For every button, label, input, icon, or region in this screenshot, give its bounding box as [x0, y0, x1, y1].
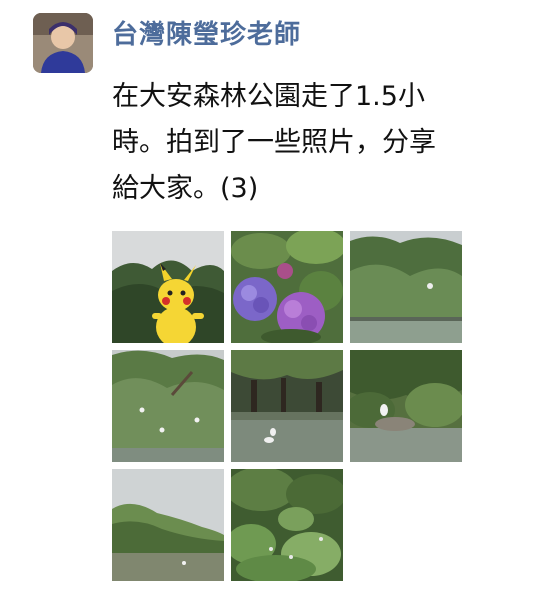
message-line: 時。拍到了一些照片，分享 [112, 127, 436, 158]
message-line: 在大安森林公園走了1.5小 [112, 81, 425, 112]
photo-thumbnail-hydrangea[interactable] [231, 231, 343, 343]
message-line: 給大家。(3) [112, 173, 259, 204]
photo-thumbnail-garden[interactable] [231, 469, 343, 581]
photo-thumbnail-pond-shrubs[interactable] [112, 469, 224, 581]
photo-thumbnail-pond-egret[interactable] [231, 350, 343, 462]
photo-thumbnail-pikachu[interactable] [112, 231, 224, 343]
sender-name[interactable]: 台灣陳瑩珍老師 [112, 14, 301, 51]
avatar[interactable] [33, 13, 93, 73]
photo-thumbnail-pond-egret-rocks[interactable] [350, 350, 462, 462]
message-text: 在大安森林公園走了1.5小 時。拍到了一些照片，分享 給大家。(3) [112, 74, 532, 212]
photo-thumbnail-egret-trees[interactable] [112, 350, 224, 462]
photo-thumbnail-pond-trees[interactable] [350, 231, 462, 343]
photo-grid [112, 231, 462, 581]
